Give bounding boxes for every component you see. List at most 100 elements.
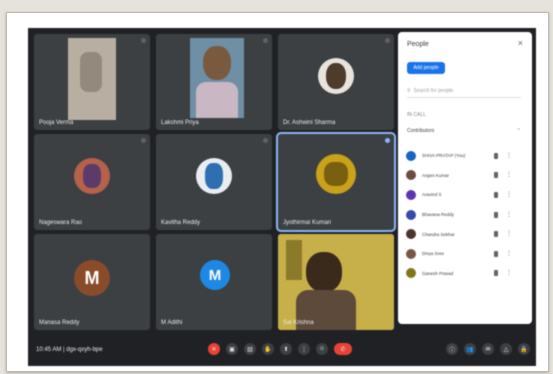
video-grid: Pooja Verma Lakshmi Priya Dr. Ashwini Sh… — [34, 34, 396, 330]
participant-row[interactable]: Anjani Kumar ⋮ — [406, 166, 524, 186]
raise-hand-button[interactable]: ✋ — [262, 343, 274, 355]
participant-row-name: Bhavana Reddy — [422, 212, 455, 218]
captions-button[interactable]: ▤ — [244, 343, 256, 355]
participant-name: M Adithi — [161, 320, 183, 326]
participant-row-name: Anjani Kumar — [422, 172, 450, 178]
participant-name: Lakshmi Priya — [161, 120, 199, 126]
mic-off-icon — [385, 38, 390, 43]
add-people-button[interactable]: Add people — [407, 62, 445, 74]
mic-off-icon — [141, 138, 146, 143]
mic-off-icon — [263, 138, 268, 143]
people-icon[interactable]: 👥 — [464, 343, 476, 355]
mic-icon — [494, 211, 498, 218]
participant-avatar — [406, 150, 416, 161]
participant-tile[interactable]: M Manasa Reddy — [34, 234, 150, 330]
reactions-button[interactable]: ☺ — [316, 343, 328, 355]
mic-off-icon — [263, 38, 268, 43]
participant-tile-speaking[interactable]: Jyothirmai Kumari — [276, 132, 396, 232]
participant-row-name: Aravind S — [422, 192, 442, 198]
contributors-group[interactable]: Contributors ⌃ — [407, 128, 521, 134]
meeting-time-code: 10:45 AM | dgx-qxyh-bpe — [36, 347, 103, 353]
more-vert-icon[interactable]: ⋮ — [506, 192, 512, 198]
meeting-screen: Pooja Verma Lakshmi Priya Dr. Ashwini Sh… — [28, 28, 536, 366]
more-vert-icon[interactable]: ⋮ — [506, 172, 512, 178]
participant-avatar — [406, 268, 416, 279]
activities-icon[interactable]: △ — [500, 343, 512, 355]
more-vert-icon[interactable]: ⋮ — [506, 212, 512, 218]
mic-icon — [494, 231, 498, 238]
avatar — [318, 58, 354, 94]
participant-avatar — [406, 170, 416, 181]
participant-video — [190, 38, 244, 118]
mic-off-icon — [141, 38, 146, 43]
participant-row-name: Chandra Sekhar — [422, 231, 455, 237]
chat-icon[interactable]: ✉ — [482, 343, 494, 355]
participant-tile[interactable]: Lakshmi Priya — [156, 34, 272, 130]
participant-tile[interactable]: Pooja Verma — [34, 34, 150, 130]
more-vert-icon[interactable]: ⋮ — [506, 270, 512, 276]
end-call-button[interactable]: ✆ — [334, 343, 352, 355]
avatar — [196, 158, 232, 194]
participant-name: Jyothirmai Kumari — [283, 220, 332, 226]
more-vert-icon[interactable]: ⋮ — [506, 153, 512, 159]
panel-title: People — [407, 41, 429, 48]
participant-row[interactable]: Chandra Sekhar ⋮ — [406, 224, 524, 244]
participant-tile[interactable]: Dr. Ashwini Sharma — [278, 34, 394, 130]
participant-list: SHIVA PRATAP (You) ⋮ Anjani Kumar ⋮ Aravind … — [406, 146, 524, 283]
participant-row-name: Divya Sree — [422, 251, 445, 257]
participant-name: Dr. Ashwini Sharma — [283, 120, 336, 126]
avatar-initial: M — [84, 267, 100, 288]
participant-video — [68, 38, 116, 120]
search-placeholder: Search for people — [413, 87, 454, 94]
present-button[interactable]: ⬆ — [280, 343, 292, 355]
participant-tile[interactable]: Nageswara Rao — [34, 134, 150, 230]
mic-icon — [494, 250, 498, 257]
participant-avatar — [406, 248, 416, 259]
section-label: IN CALL — [407, 112, 426, 118]
add-people-label: Add people — [413, 65, 439, 71]
more-vert-icon[interactable]: ⋮ — [506, 251, 512, 257]
mic-icon — [494, 152, 498, 159]
contributors-label: Contributors — [407, 128, 435, 134]
people-panel: People × Add people ⚲ Search for people … — [398, 32, 532, 324]
participant-row[interactable]: Ganesh Prasad ⋮ — [406, 264, 524, 284]
camera-button[interactable]: ▣ — [226, 343, 238, 355]
mic-off-button[interactable]: ✕ — [208, 343, 220, 355]
chevron-up-icon: ⌃ — [516, 128, 521, 134]
participant-row-name: Ganesh Prasad — [422, 270, 454, 276]
participant-avatar — [406, 209, 416, 220]
participant-avatar — [406, 229, 416, 240]
avatar: M — [200, 260, 230, 290]
mic-icon — [494, 172, 498, 179]
more-vert-icon[interactable]: ⋮ — [506, 231, 512, 237]
mic-icon — [494, 270, 498, 277]
participant-name: Manasa Reddy — [39, 320, 80, 326]
participant-name: Nageswara Rao — [39, 220, 83, 226]
participant-row[interactable]: SHIVA PRATAP (You) ⋮ — [406, 146, 524, 166]
participant-row[interactable]: Divya Sree ⋮ — [406, 244, 524, 264]
participant-name: Kavitha Reddy — [161, 220, 201, 226]
more-options-button[interactable]: ⋮ — [298, 343, 310, 355]
mic-icon — [494, 191, 498, 198]
participant-tile[interactable]: Sai Krishna — [278, 234, 394, 330]
avatar-initial: M — [208, 266, 222, 284]
search-icon: ⚲ — [407, 87, 411, 94]
lock-icon[interactable]: 🔒 — [518, 343, 530, 355]
participant-name: Pooja Verma — [39, 120, 74, 126]
participant-tile[interactable]: Kavitha Reddy — [156, 134, 272, 230]
mic-on-icon — [385, 138, 390, 143]
participant-avatar — [406, 189, 416, 200]
participant-row[interactable]: Bhavana Reddy ⋮ — [406, 205, 524, 225]
participant-tile[interactable]: M M Adithi — [156, 234, 272, 330]
participant-video — [278, 234, 394, 330]
bottom-toolbar: 10:45 AM | dgx-qxyh-bpe ✕ ▣ ▤ ✋ ⬆ ⋮ ☺ ✆ … — [28, 332, 536, 366]
avatar — [316, 154, 356, 194]
avatar: M — [74, 260, 110, 296]
info-icon[interactable]: ⓘ — [446, 343, 458, 355]
close-icon[interactable]: × — [518, 38, 523, 48]
participant-name: Sai Krishna — [283, 320, 314, 326]
search-input[interactable]: ⚲ Search for people — [407, 84, 521, 98]
avatar — [74, 158, 110, 194]
participant-row-name: SHIVA PRATAP (You) — [422, 153, 466, 159]
participant-row[interactable]: Aravind S ⋮ — [406, 185, 524, 205]
